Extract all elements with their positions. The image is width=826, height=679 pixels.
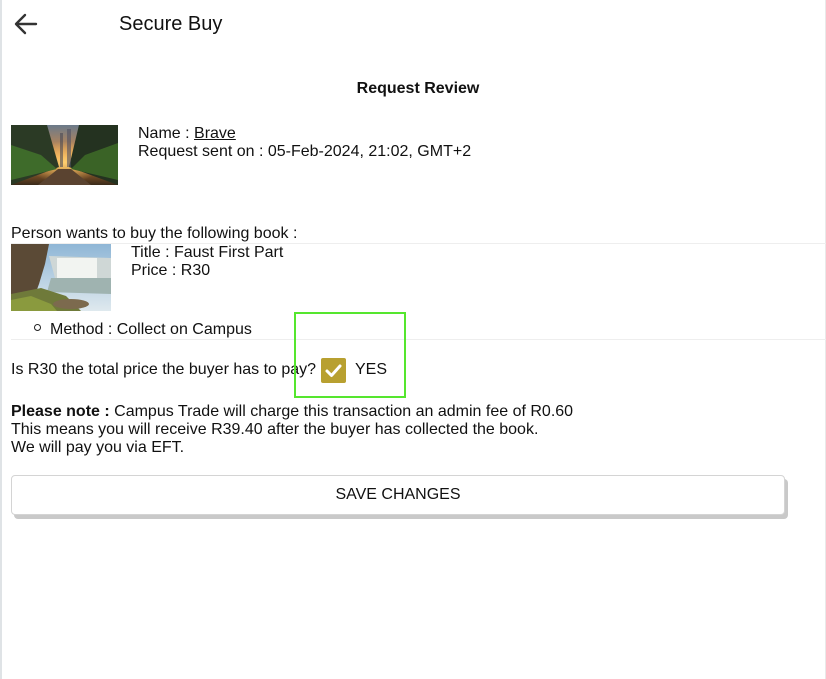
top-bar: Secure Buy (0, 0, 826, 50)
admin-fee-note: Please note : Campus Trade will charge t… (11, 403, 573, 457)
divider (11, 339, 826, 340)
book-title-row: Title : Faust First Part (131, 244, 283, 262)
price-label: Price : (131, 262, 181, 279)
note-line-1: Please note : Campus Trade will charge t… (11, 403, 573, 421)
requester-avatar (11, 125, 118, 185)
name-label: Name : (138, 125, 195, 142)
book-intro: Person wants to buy the following book : (11, 225, 298, 242)
book-price: R30 (180, 262, 211, 279)
bullet-icon (34, 324, 41, 332)
book-title: Faust First Part (173, 244, 284, 261)
yes-checkbox[interactable] (321, 358, 346, 383)
page-title: Request Review (356, 80, 480, 97)
note-line-2: This means you will receive R39.40 after… (11, 421, 539, 438)
left-border (0, 0, 2, 679)
delivery-method: Method : Collect on Campus (34, 321, 252, 339)
arrow-left-icon (14, 13, 38, 35)
focus-highlight (294, 312, 406, 398)
sent-label: Request sent on : (138, 143, 268, 160)
waterfall-photo (11, 244, 111, 311)
back-button[interactable] (12, 10, 40, 38)
book-image (11, 244, 111, 311)
checkmark-icon (325, 364, 342, 377)
app-title: Secure Buy (119, 13, 223, 35)
requester-name-link[interactable]: Brave (194, 125, 236, 142)
price-confirm-question: Is R30 the total price the buyer has to … (11, 361, 317, 378)
note-line-3: We will pay you via EFT. (11, 439, 185, 456)
requester-name-row: Name : Brave (138, 125, 471, 143)
title-label: Title : (131, 244, 174, 261)
note-fee-text: Campus Trade will charge this transactio… (109, 403, 574, 420)
sent-value: 05-Feb-2024, 21:02, GMT+2 (267, 143, 472, 160)
request-date-row: Request sent on : 05-Feb-2024, 21:02, GM… (138, 143, 471, 161)
book-price-row: Price : R30 (131, 262, 283, 280)
book-info: Title : Faust First Part Price : R30 (131, 244, 283, 280)
yes-label[interactable]: YES (355, 361, 387, 379)
method-label: Method : (50, 321, 117, 338)
city-sunset-photo (11, 125, 118, 185)
save-changes-button[interactable]: SAVE CHANGES (11, 475, 785, 515)
method-value: Collect on Campus (116, 321, 252, 338)
note-heading: Please note : (11, 403, 110, 420)
request-info: Name : Brave Request sent on : 05-Feb-20… (138, 125, 471, 161)
